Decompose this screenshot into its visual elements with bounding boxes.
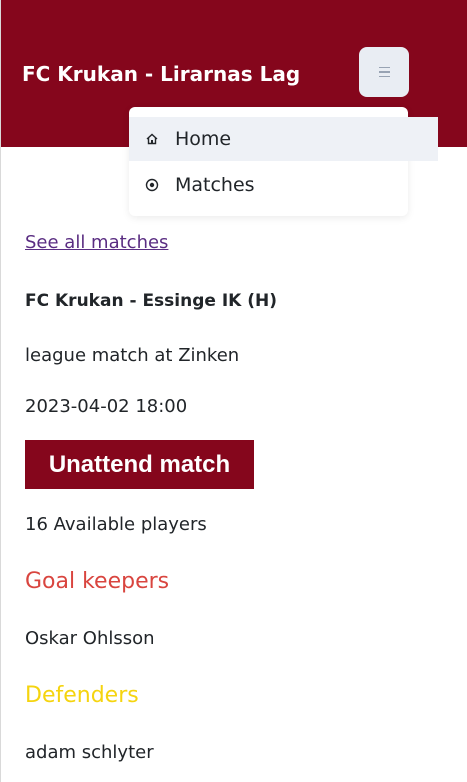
see-all-matches-link[interactable]: See all matches <box>25 231 168 255</box>
brand-title[interactable]: FC Krukan - Lirarnas Lag <box>22 60 300 88</box>
nav-item-label: Matches <box>175 174 255 196</box>
match-type-location: league match at Zinken <box>25 345 240 366</box>
nav-dropdown-menu: Home Matches <box>129 107 438 216</box>
home-icon <box>145 132 159 146</box>
hamburger-icon <box>378 66 390 69</box>
match-datetime: 2023-04-02 18:00 <box>25 396 188 417</box>
page: FC Krukan - Lirarnas Lag Home Matches Se… <box>0 0 467 782</box>
target-icon <box>145 178 159 192</box>
player-item: adam schlyter <box>25 742 154 763</box>
player-item: Oskar Ohlsson <box>25 628 155 649</box>
goalkeepers-heading: Goal keepers <box>25 569 170 594</box>
defenders-heading: Defenders <box>25 683 139 708</box>
unattend-match-button[interactable]: Unattend match <box>25 440 254 489</box>
nav-item-home[interactable]: Home <box>129 117 438 161</box>
menu-toggle-button[interactable] <box>359 47 409 97</box>
nav-item-label: Home <box>175 128 232 150</box>
nav-item-matches[interactable]: Matches <box>129 163 408 207</box>
available-players-count: 16 Available players <box>25 514 207 535</box>
match-title: FC Krukan - Essinge IK (H) <box>25 291 278 311</box>
